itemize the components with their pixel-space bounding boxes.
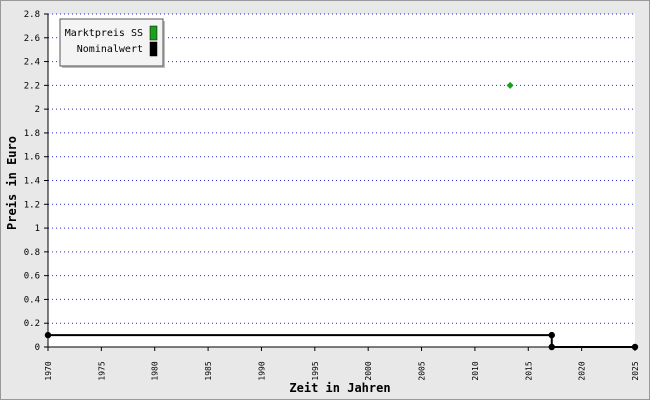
- y-tick-label: 1.6: [24, 153, 40, 163]
- x-tick-label: 2005: [418, 361, 427, 380]
- y-tick-label: 0.4: [24, 295, 40, 305]
- y-tick-label: 2.4: [24, 58, 40, 68]
- x-tick-label: 1980: [151, 361, 160, 380]
- y-tick-label: 2.8: [24, 10, 40, 20]
- x-tick-label: 2015: [524, 361, 533, 380]
- y-tick-label: 1.2: [24, 200, 40, 210]
- y-tick-label: 2: [35, 105, 40, 115]
- x-tick-label: 2010: [471, 361, 480, 380]
- x-axis-label: Zeit in Jahren: [289, 381, 390, 395]
- x-tick-label: 2020: [578, 361, 587, 380]
- legend-label: Marktpreis SS: [65, 28, 143, 39]
- y-tick-label: 1.4: [24, 177, 40, 187]
- legend-box: [59, 18, 164, 67]
- y-tick-label: 0.8: [24, 248, 40, 258]
- legend-swatch: [149, 25, 158, 41]
- data-point-nominalwert: [548, 343, 555, 351]
- price-chart: 0 0.2 0.4 0.6 0.8 1 1.2 1.4 1.6 1.8 2 2.2 2.4 2.6 2.8 1…: [5, 10, 640, 395]
- x-tick-label: 1990: [257, 361, 266, 380]
- y-tick-label: 2.6: [24, 34, 40, 44]
- y-tick-label: 2.2: [24, 81, 40, 91]
- data-point-nominalwert: [631, 343, 639, 351]
- y-tick-label: 0: [35, 343, 40, 353]
- legend-label: Nominalwert: [77, 44, 143, 55]
- x-tick-label: 1985: [204, 361, 213, 380]
- x-tick-label: 2000: [364, 361, 373, 380]
- y-tick-label: 1: [35, 224, 40, 234]
- legend-swatch: [149, 41, 158, 57]
- y-tick-label: 0.2: [24, 319, 40, 329]
- data-point-nominalwert: [44, 331, 52, 339]
- y-tick-label: 1.8: [24, 129, 40, 139]
- y-tick-label: 0.6: [24, 272, 40, 282]
- x-tick-label: 1975: [97, 361, 106, 380]
- y-axis-label: Preis in Euro: [5, 136, 19, 230]
- data-point-nominalwert: [548, 331, 555, 339]
- x-tick-label: 1995: [311, 361, 320, 380]
- x-tick-label: 1970: [44, 361, 53, 380]
- x-tick-label: 2025: [631, 361, 640, 380]
